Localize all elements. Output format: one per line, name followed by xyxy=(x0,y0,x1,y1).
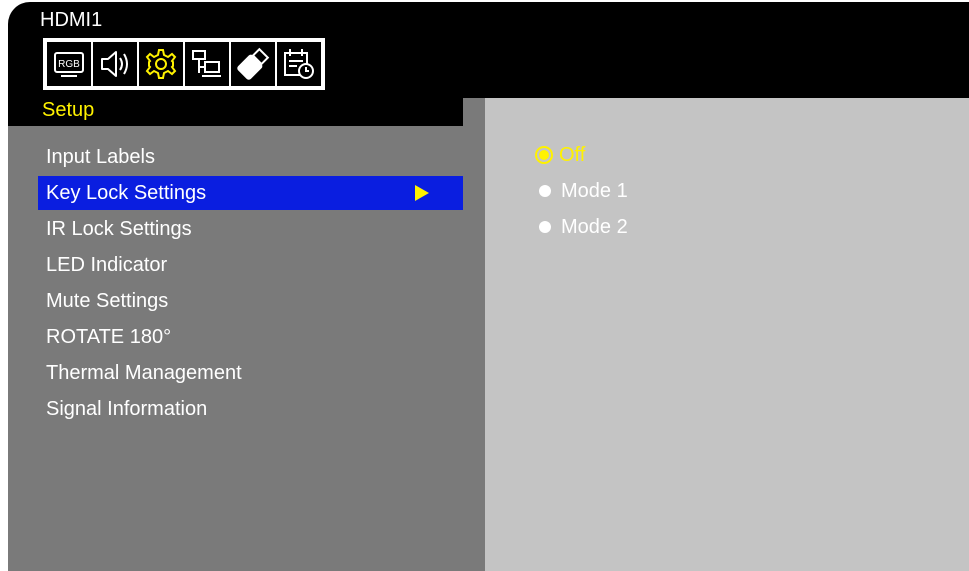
tab-audio[interactable] xyxy=(91,40,139,88)
svg-text:RGB: RGB xyxy=(58,59,80,70)
gear-icon xyxy=(145,49,177,79)
tab-setup[interactable] xyxy=(137,40,185,88)
radio-selected-icon xyxy=(535,146,553,164)
menu-item-label: LED Indicator xyxy=(46,254,168,276)
radio-unselected-icon xyxy=(539,221,551,233)
menu-item-rotate-180[interactable]: ROTATE 180° xyxy=(38,320,463,354)
menu-item-label: Signal Information xyxy=(46,398,208,420)
menu-item-label: ROTATE 180° xyxy=(46,326,172,348)
tab-usb[interactable] xyxy=(229,40,277,88)
radio-unselected-icon xyxy=(539,185,551,197)
option-mode-1[interactable]: Mode 1 xyxy=(535,176,628,206)
speaker-icon xyxy=(101,51,128,77)
menu-item-thermal-management[interactable]: Thermal Management xyxy=(38,356,463,390)
menu-item-led-indicator[interactable]: LED Indicator xyxy=(38,248,463,282)
menu-item-mute-settings[interactable]: Mute Settings xyxy=(38,284,463,318)
input-source-label: HDMI1 xyxy=(40,9,103,31)
option-mode-2[interactable]: Mode 2 xyxy=(535,212,628,242)
menu-item-label: Mute Settings xyxy=(46,290,169,312)
tab-picture[interactable]: RGB xyxy=(45,40,93,88)
menu-item-label: Key Lock Settings xyxy=(46,182,207,204)
usb-drive-icon xyxy=(237,47,270,80)
option-label: Mode 2 xyxy=(561,216,628,238)
menu-item-label: IR Lock Settings xyxy=(46,218,192,240)
option-label: Mode 1 xyxy=(561,180,628,202)
rgb-picture-icon: RGB xyxy=(54,52,84,77)
tab-schedule[interactable] xyxy=(275,40,323,88)
menu-item-label: Input Labels xyxy=(46,146,155,168)
left-panel-tab xyxy=(463,98,485,126)
network-icon xyxy=(192,50,221,77)
options-panel: Off Mode 1 Mode 2 xyxy=(485,98,969,571)
menu-item-label: Thermal Management xyxy=(46,362,242,384)
submenu-arrow-icon xyxy=(415,185,429,201)
menu-tab-bar: RGB xyxy=(43,38,325,90)
menu-item-key-lock-settings[interactable]: Key Lock Settings xyxy=(38,176,463,210)
osd-window: HDMI1 RGB Setup Input Labels Key Lock Se… xyxy=(8,2,969,571)
menu-list-panel: Input Labels Key Lock Settings IR Lock S… xyxy=(8,126,485,571)
menu-item-ir-lock-settings[interactable]: IR Lock Settings xyxy=(38,212,463,246)
menu-item-signal-information[interactable]: Signal Information xyxy=(38,392,463,426)
schedule-icon xyxy=(284,49,314,79)
option-off[interactable]: Off xyxy=(535,140,585,170)
tab-network[interactable] xyxy=(183,40,231,88)
menu-item-input-labels[interactable]: Input Labels xyxy=(38,140,463,174)
option-label: Off xyxy=(559,144,586,166)
menu-title: Setup xyxy=(42,99,95,121)
